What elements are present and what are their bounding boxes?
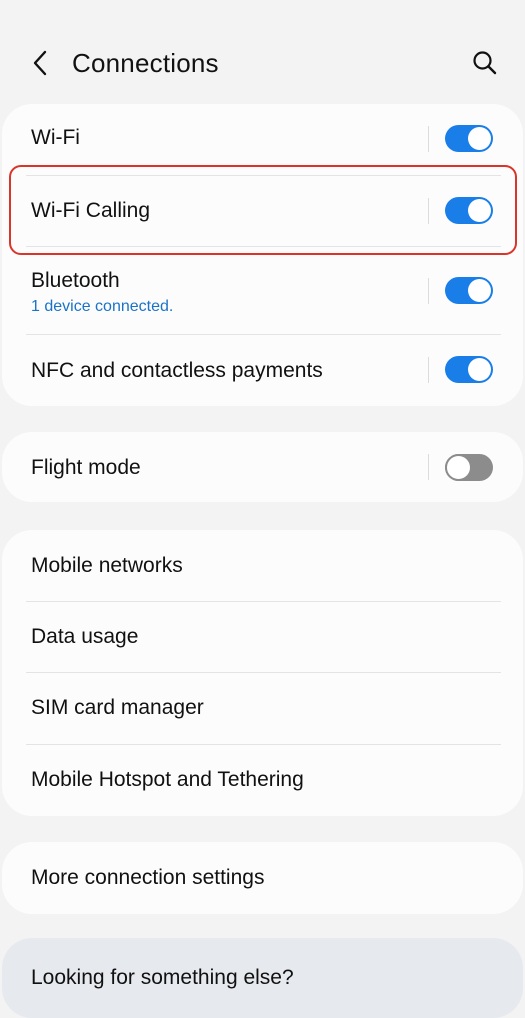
more-settings-label: More connection settings bbox=[31, 866, 265, 889]
flight-mode-card: Flight mode bbox=[2, 432, 523, 502]
row-separator bbox=[428, 278, 429, 304]
row-separator bbox=[428, 454, 429, 480]
suggestion-card: Looking for something else? bbox=[2, 938, 523, 1018]
toggle-knob bbox=[468, 127, 491, 150]
flight-mode-toggle[interactable] bbox=[445, 454, 493, 481]
chevron-left-icon bbox=[33, 50, 47, 76]
wifi-toggle[interactable] bbox=[445, 125, 493, 152]
search-icon bbox=[473, 51, 497, 75]
nfc-toggle[interactable] bbox=[445, 356, 493, 383]
bluetooth-label: Bluetooth bbox=[31, 269, 120, 292]
mobile-networks-label: Mobile networks bbox=[31, 554, 183, 577]
data-usage-row[interactable]: Data usage bbox=[2, 602, 523, 673]
toggle-knob bbox=[445, 454, 472, 481]
sim-manager-row[interactable]: SIM card manager bbox=[2, 673, 523, 744]
bluetooth-row[interactable]: Bluetooth 1 device connected. bbox=[2, 247, 523, 335]
hotspot-row[interactable]: Mobile Hotspot and Tethering bbox=[2, 745, 523, 816]
nfc-label: NFC and contactless payments bbox=[31, 359, 323, 382]
row-separator bbox=[428, 126, 429, 152]
search-button[interactable] bbox=[468, 46, 502, 80]
nfc-row[interactable]: NFC and contactless payments bbox=[2, 335, 523, 406]
networks-card: Mobile networks Data usage SIM card mana… bbox=[2, 530, 523, 816]
data-usage-label: Data usage bbox=[31, 625, 139, 648]
wifi-calling-highlight bbox=[9, 165, 517, 255]
sim-manager-label: SIM card manager bbox=[31, 696, 204, 719]
mobile-networks-row[interactable]: Mobile networks bbox=[2, 530, 523, 601]
flight-mode-label: Flight mode bbox=[31, 456, 141, 479]
flight-mode-row[interactable]: Flight mode bbox=[2, 432, 523, 502]
connectivity-card: Wi-Fi Wi-Fi Calling Bluetooth 1 device c… bbox=[2, 104, 523, 406]
bluetooth-status: 1 device connected. bbox=[31, 298, 174, 315]
suggestion-label: Looking for something else? bbox=[31, 966, 294, 989]
more-settings-row[interactable]: More connection settings bbox=[2, 842, 523, 914]
bluetooth-toggle[interactable] bbox=[445, 277, 493, 304]
wifi-label: Wi-Fi bbox=[31, 126, 80, 149]
app-bar: Connections bbox=[0, 0, 525, 106]
back-button[interactable] bbox=[24, 46, 56, 80]
toggle-knob bbox=[468, 358, 491, 381]
more-settings-card: More connection settings bbox=[2, 842, 523, 914]
hotspot-label: Mobile Hotspot and Tethering bbox=[31, 768, 304, 791]
row-separator bbox=[428, 357, 429, 383]
page-title: Connections bbox=[72, 48, 219, 78]
toggle-knob bbox=[468, 279, 491, 302]
